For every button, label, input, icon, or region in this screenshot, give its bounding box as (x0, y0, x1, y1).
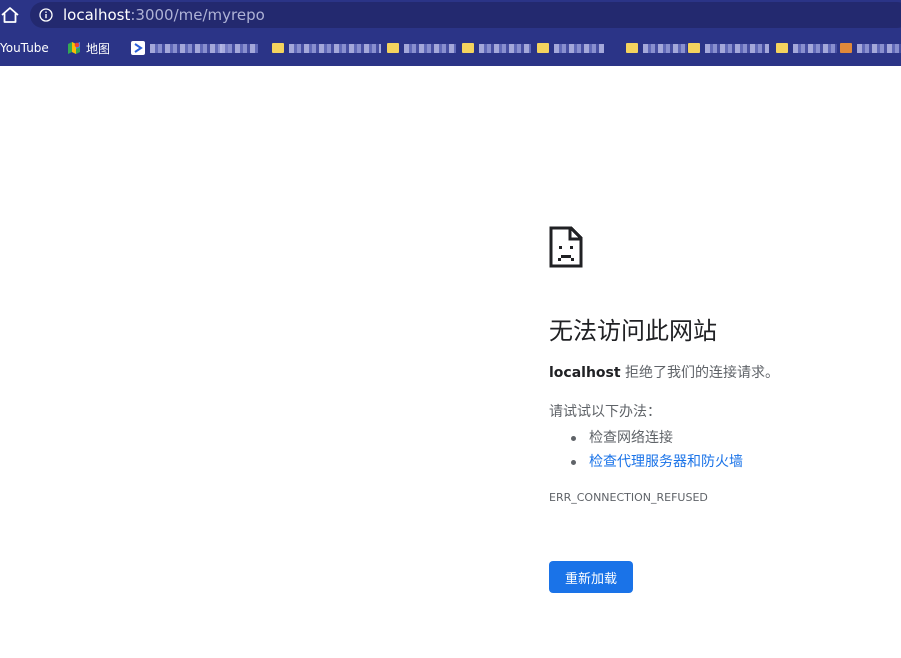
maps-icon (68, 42, 80, 54)
bookmark-blurred-2[interactable] (220, 38, 258, 58)
bookmark-site-icon (131, 41, 145, 55)
bookmark-folder-7[interactable] (776, 38, 837, 58)
bookmark-folder-6[interactable] (688, 38, 769, 58)
bookmark-blurred-1[interactable] (131, 38, 228, 58)
bookmark-label: 地图 (86, 41, 111, 56)
info-icon[interactable] (39, 8, 53, 22)
error-code: ERR_CONNECTION_REFUSED (549, 491, 708, 504)
blurred-label (289, 43, 381, 53)
reload-button[interactable]: 重新加载 (549, 561, 633, 593)
bookmark-label: YouTube (0, 41, 49, 55)
blurred-label (857, 43, 901, 53)
sad-page-icon (549, 226, 583, 268)
bookmark-folder-1[interactable] (272, 38, 381, 58)
bookmark-maps[interactable]: 地图 (67, 38, 110, 58)
blurred-label (404, 43, 456, 53)
browser-toolbar: localhost:3000/me/myrepo YouTube 地图 (0, 0, 901, 66)
error-description-text: 拒绝了我们的连接请求。 (620, 365, 780, 381)
home-button[interactable] (0, 5, 20, 25)
folder-icon (272, 43, 284, 53)
suggestion-check-network: 检查网络连接 (589, 430, 673, 446)
suggestion-check-proxy-link[interactable]: 检查代理服务器和防火墙 (589, 454, 743, 470)
error-host: localhost (549, 365, 621, 381)
url-path: :3000/me/myrepo (130, 6, 265, 24)
folder-icon (462, 43, 474, 53)
address-bar[interactable]: localhost:3000/me/myrepo (30, 2, 901, 28)
bookmark-youtube[interactable]: YouTube (0, 38, 49, 58)
folder-icon (537, 43, 549, 53)
blurred-label (220, 43, 258, 53)
home-icon (1, 7, 19, 23)
folder-icon (688, 43, 700, 53)
suggestion-item: 检查网络连接 (571, 426, 743, 450)
url-host: localhost (63, 6, 131, 24)
bookmark-folder-4[interactable] (537, 38, 604, 58)
blurred-label (793, 43, 837, 53)
blurred-label (554, 43, 604, 53)
error-title: 无法访问此网站 (549, 317, 717, 345)
folder-icon (776, 43, 788, 53)
blurred-label (479, 43, 531, 53)
url-text[interactable]: localhost:3000/me/myrepo (63, 6, 265, 24)
suggestion-item: 检查代理服务器和防火墙 (571, 450, 743, 474)
blurred-label (643, 43, 687, 53)
folder-icon (626, 43, 638, 53)
bookmark-folder-3[interactable] (462, 38, 531, 58)
blurred-label (150, 43, 228, 53)
bookmark-folder-5[interactable] (626, 38, 687, 58)
blurred-label (705, 43, 769, 53)
bookmark-folder-2[interactable] (387, 38, 456, 58)
error-description: localhost 拒绝了我们的连接请求。 (549, 363, 779, 383)
bookmark-folder-8[interactable] (840, 38, 901, 58)
suggestions-heading: 请试试以下办法： (549, 404, 661, 420)
bookmarks-bar: YouTube 地图 (0, 34, 901, 62)
folder-icon (387, 43, 399, 53)
folder-icon (840, 43, 852, 53)
suggestions-list: 检查网络连接 检查代理服务器和防火墙 (571, 426, 743, 474)
address-row: localhost:3000/me/myrepo (0, 0, 901, 30)
